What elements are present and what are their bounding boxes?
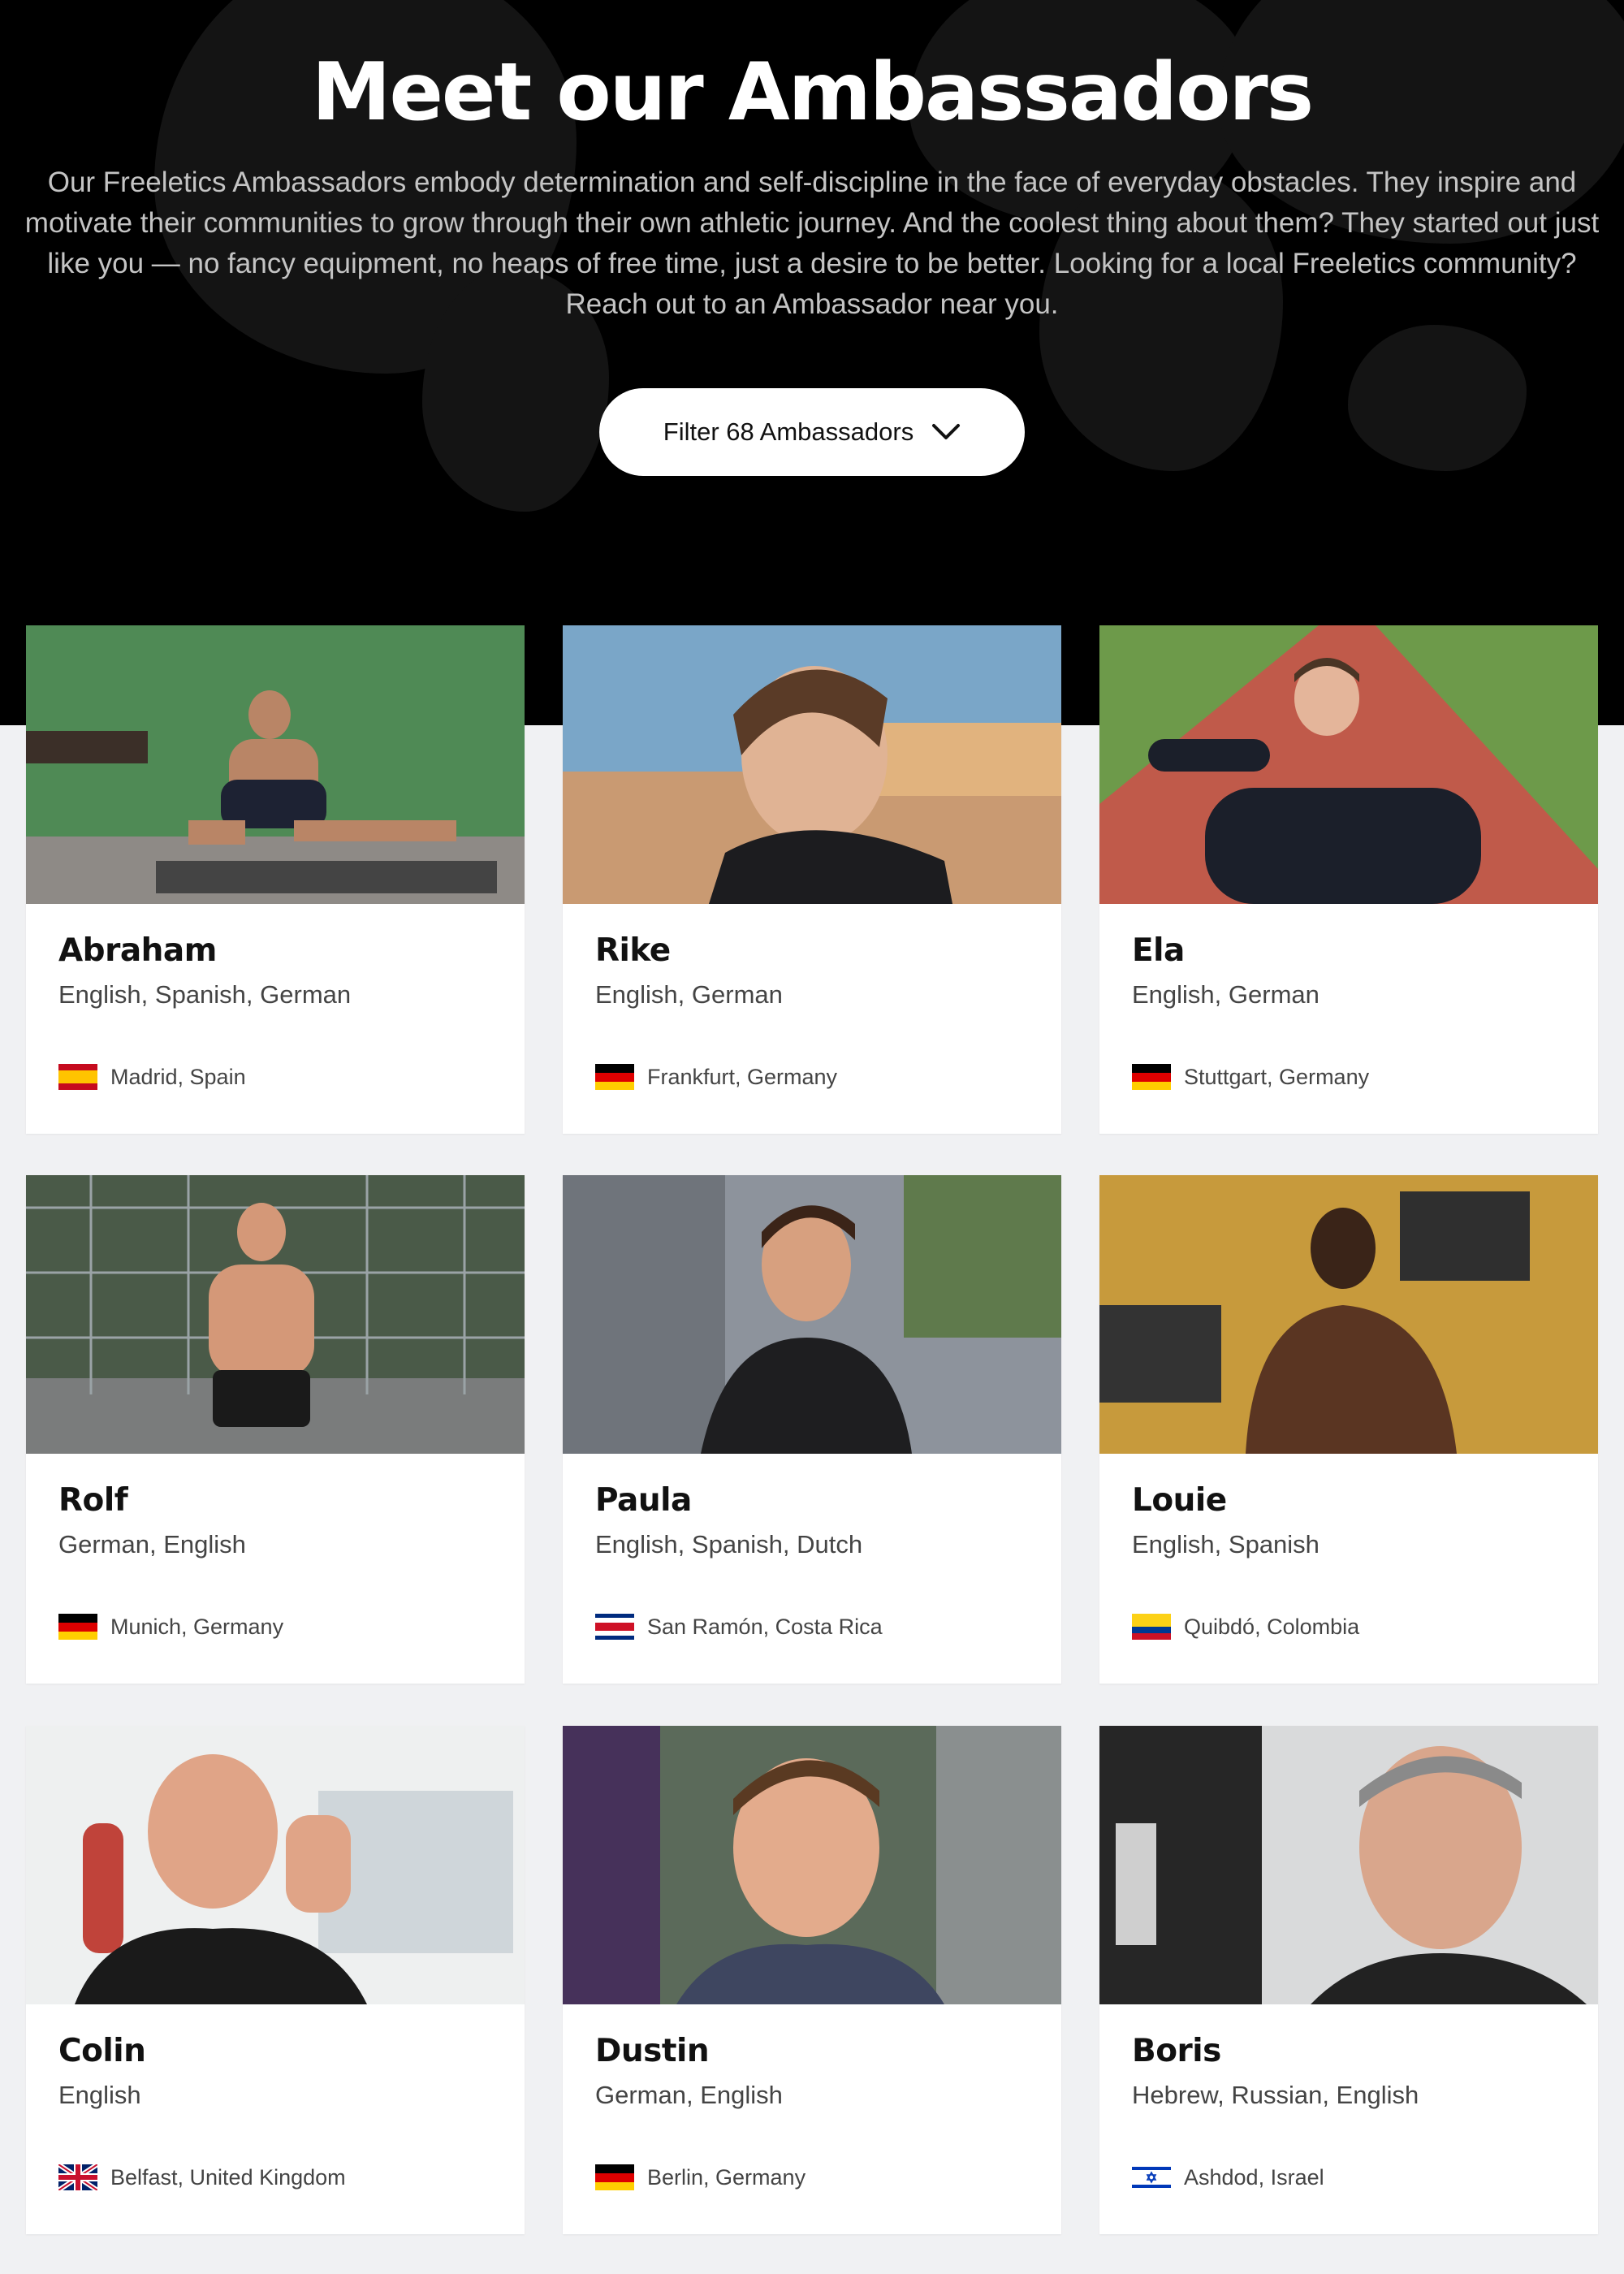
location-text: Frankfurt, Germany — [647, 1064, 838, 1089]
ambassador-card[interactable]: Rolf German, English Munich, Germany — [26, 1175, 525, 1684]
ambassador-name: Paula — [595, 1482, 692, 1519]
ambassador-location: Madrid, Spain — [58, 1064, 246, 1090]
ambassador-name: Boris — [1132, 2033, 1221, 2069]
filter-ambassadors-button[interactable]: Filter 68 Ambassadors — [599, 388, 1025, 476]
ambassador-name: Louie — [1132, 1482, 1227, 1519]
costa-rica-flag-icon — [595, 1614, 634, 1640]
ambassador-name: Dustin — [595, 2033, 710, 2069]
ambassador-languages: English, Spanish — [1132, 1530, 1320, 1559]
ambassador-languages: German, English — [595, 2081, 783, 2109]
location-text: Belfast, United Kingdom — [110, 2164, 346, 2190]
chevron-down-icon — [932, 424, 961, 439]
ambassador-languages: German, English — [58, 1530, 246, 1559]
uk-flag-icon — [58, 2164, 97, 2190]
ambassador-location: Ashdod, Israel — [1132, 2164, 1324, 2190]
page-title: Meet our Ambassadors — [311, 46, 1314, 139]
ambassador-photo — [563, 1175, 1061, 1454]
location-text: Munich, Germany — [110, 1614, 284, 1639]
ambassador-location: San Ramón, Costa Rica — [595, 1614, 883, 1640]
ambassador-card[interactable]: Boris Hebrew, Russian, English Ashdod, I… — [1099, 1726, 1598, 2234]
ambassador-location: Quibdó, Colombia — [1132, 1614, 1359, 1640]
location-text: Berlin, Germany — [647, 2164, 806, 2190]
ambassador-languages: English, Spanish, German — [58, 980, 352, 1009]
ambassador-name: Ela — [1132, 932, 1185, 969]
ambassador-card[interactable]: Paula English, Spanish, Dutch San Ramón,… — [563, 1175, 1061, 1684]
location-text: San Ramón, Costa Rica — [647, 1614, 883, 1639]
ambassador-name: Rike — [595, 932, 671, 969]
israel-flag-icon — [1132, 2164, 1171, 2190]
ambassador-photo — [563, 625, 1061, 904]
ambassador-photo — [26, 625, 525, 904]
germany-flag-icon — [595, 2164, 634, 2190]
ambassador-location: Frankfurt, Germany — [595, 1064, 837, 1090]
ambassador-card[interactable]: Ela English, German Stuttgart, Germany — [1099, 625, 1598, 1134]
location-text: Quibdó, Colombia — [1184, 1614, 1360, 1639]
ambassador-photo — [26, 1175, 525, 1454]
hero-section: Meet our Ambassadors Our Freeletics Amba… — [0, 0, 1624, 725]
ambassador-photo — [1099, 1726, 1598, 2004]
germany-flag-icon — [1132, 1064, 1171, 1090]
spain-flag-icon — [58, 1064, 97, 1090]
ambassador-languages: English, German — [595, 980, 783, 1009]
ambassador-photo — [1099, 625, 1598, 904]
ambassador-card[interactable]: Louie English, Spanish Quibdó, Colombia — [1099, 1175, 1598, 1684]
location-text: Ashdod, Israel — [1184, 2164, 1324, 2190]
ambassador-card[interactable]: Dustin German, English Berlin, Germany — [563, 1726, 1061, 2234]
ambassador-photo — [563, 1726, 1061, 2004]
ambassador-card[interactable]: Rike English, German Frankfurt, Germany — [563, 625, 1061, 1134]
ambassador-languages: English, German — [1132, 980, 1320, 1009]
location-text: Stuttgart, Germany — [1184, 1064, 1370, 1089]
ambassador-card[interactable]: Colin English Belfast, United Kingdom — [26, 1726, 525, 2234]
ambassador-languages: English, Spanish, Dutch — [595, 1530, 863, 1559]
location-text: Madrid, Spain — [110, 1064, 246, 1089]
ambassador-name: Colin — [58, 2033, 146, 2069]
ambassador-name: Abraham — [58, 932, 217, 969]
germany-flag-icon — [595, 1064, 634, 1090]
ambassador-languages: English — [58, 2081, 141, 2109]
ambassador-photo — [1099, 1175, 1598, 1454]
ambassador-location: Berlin, Germany — [595, 2164, 806, 2190]
germany-flag-icon — [58, 1614, 97, 1640]
filter-button-label: Filter 68 Ambassadors — [663, 417, 914, 446]
ambassador-languages: Hebrew, Russian, English — [1132, 2081, 1419, 2109]
ambassador-card[interactable]: Abraham English, Spanish, German Madrid,… — [26, 625, 525, 1134]
ambassador-location: Belfast, United Kingdom — [58, 2164, 346, 2190]
hero-description: Our Freeletics Ambassadors embody determ… — [24, 166, 1600, 320]
ambassador-location: Munich, Germany — [58, 1614, 283, 1640]
colombia-flag-icon — [1132, 1614, 1171, 1640]
ambassador-photo — [26, 1726, 525, 2004]
ambassador-name: Rolf — [58, 1482, 128, 1519]
ambassador-location: Stuttgart, Germany — [1132, 1064, 1369, 1090]
